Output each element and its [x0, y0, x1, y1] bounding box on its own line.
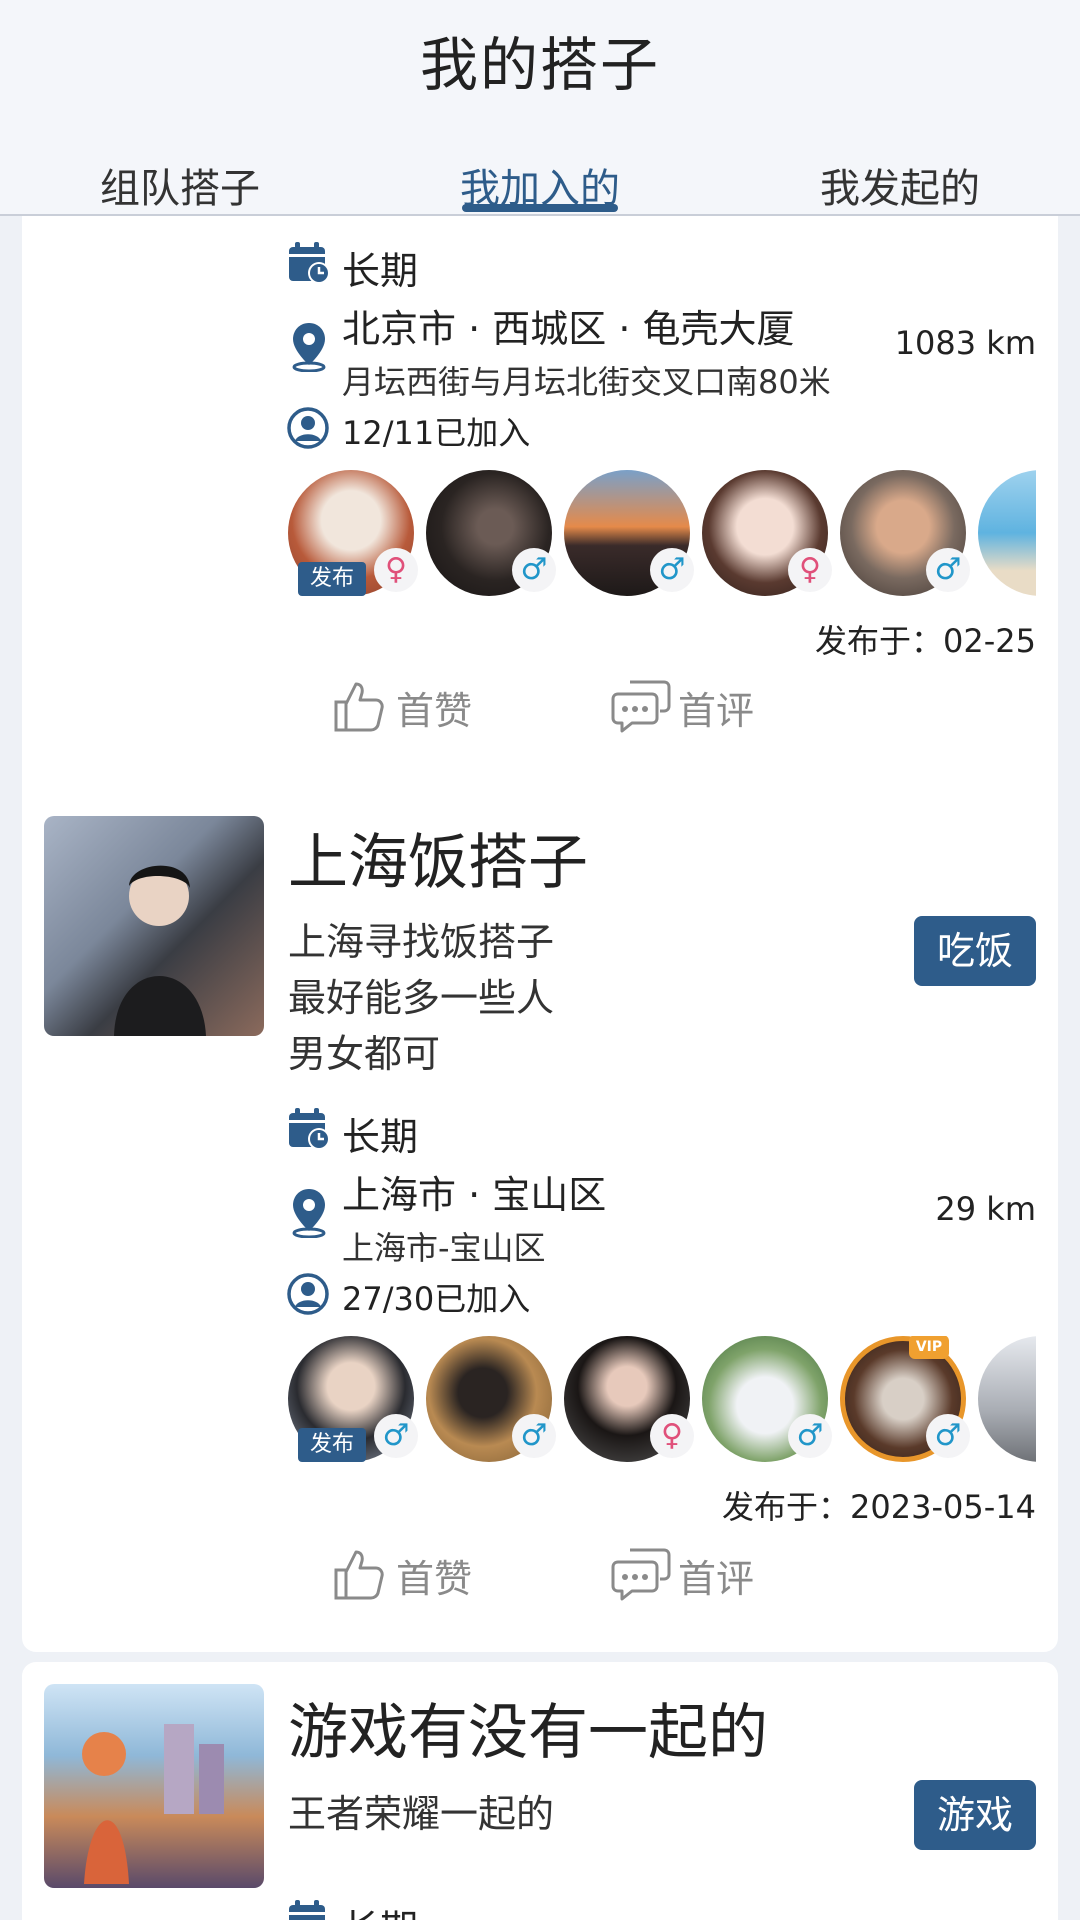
page-title: 我的搭子: [419, 31, 660, 99]
top-bar: 我的搭子 组队搭子 我加入的 我发起的: [0, 0, 1080, 216]
like-button[interactable]: 首赞: [328, 1544, 508, 1608]
like-label: 首赞: [396, 689, 473, 733]
avatar[interactable]: 发布 ♂: [288, 1336, 418, 1462]
calendar-clock-icon: [289, 1900, 325, 1920]
like-button[interactable]: 首赞: [328, 676, 508, 740]
tab-initiated[interactable]: 我发起的: [800, 156, 1000, 214]
vip-badge: VIP: [909, 1336, 949, 1359]
duration-label: 长期: [342, 1115, 419, 1159]
joined-count: 27/30已加入: [342, 1280, 531, 1318]
avatar[interactable]: 发布 ♀: [288, 470, 418, 596]
male-icon: ♂: [512, 548, 556, 592]
duration-label: 长期: [342, 249, 419, 293]
avatar[interactable]: ♂: [426, 1336, 556, 1462]
like-label: 首赞: [396, 1557, 473, 1601]
address-block: 北京市 · 西城区 · 龟壳大厦 月坛西街与月坛北街交叉口南80米: [342, 298, 831, 403]
card-title: 上海饭搭子: [288, 828, 588, 898]
comment-label: 首评: [678, 689, 755, 733]
avatar-partial[interactable]: [978, 1336, 1036, 1462]
distance: 29 km: [935, 1190, 1036, 1228]
avatar-partial[interactable]: [978, 470, 1036, 596]
address-sub: 月坛西街与月坛北街交叉口南80米: [342, 363, 831, 401]
address-main: 上海市 · 宝山区: [342, 1173, 607, 1217]
thumb-up-icon: [334, 682, 384, 732]
avatar[interactable]: ♂: [426, 470, 556, 596]
avatar[interactable]: ♀: [702, 470, 832, 596]
duration-label: 长期: [342, 1898, 418, 1920]
person-photo-icon: [114, 865, 206, 1036]
avatar[interactable]: ♂: [840, 470, 970, 596]
card-thumbnail[interactable]: [44, 816, 264, 1036]
address-main: 北京市 · 西城区 · 龟壳大厦: [342, 307, 795, 351]
thumb-up-icon: [334, 1550, 384, 1600]
card-title: 游戏有没有一起的: [288, 1698, 768, 1768]
comment-icon: [611, 1548, 671, 1601]
address-sub: 上海市-宝山区: [342, 1229, 546, 1267]
male-icon: ♂: [650, 548, 694, 592]
female-icon: ♀: [650, 1414, 694, 1458]
male-icon: ♂: [788, 1414, 832, 1458]
publisher-badge: 发布: [298, 1428, 366, 1462]
card-description: 王者荣耀一起的: [288, 1792, 555, 1836]
game-art-icon: [82, 1724, 224, 1884]
female-icon: ♀: [374, 548, 418, 592]
location-pin-icon: [292, 323, 326, 372]
avatar[interactable]: ♂: [564, 470, 694, 596]
male-icon: ♂: [512, 1414, 556, 1458]
member-avatars[interactable]: 发布 ♂ ♂ ♀ ♂ VIP ♂: [288, 1336, 1036, 1466]
partner-feed[interactable]: 长期 北京市 · 西城区 · 龟壳大厦 月坛西街与月坛北街交叉口南80米 108…: [0, 216, 1080, 1920]
card-description: 上海寻找饭搭子 最好能多一些人 男女都可: [288, 920, 555, 1076]
publisher-badge: 发布: [298, 562, 366, 596]
calendar-clock-icon: [289, 1108, 330, 1150]
address-block: 上海市 · 宝山区 上海市-宝山区: [342, 1164, 606, 1269]
publish-date: 发布于：02-25: [815, 622, 1036, 660]
male-icon: ♂: [926, 548, 970, 592]
avatar[interactable]: ♂: [702, 1336, 832, 1462]
partner-card[interactable]: 上海饭搭子 上海寻找饭搭子 最好能多一些人 男女都可 吃饭 长期 上海市 · 宝…: [22, 794, 1058, 1652]
member-avatars[interactable]: 发布 ♀ ♂ ♂ ♀ ♂: [288, 470, 1036, 600]
comment-label: 首评: [678, 1557, 755, 1601]
avatar-vip[interactable]: VIP ♂: [840, 1336, 970, 1462]
male-icon: ♂: [926, 1414, 970, 1458]
tab-team-partners[interactable]: 组队搭子: [80, 156, 280, 214]
comment-button[interactable]: 首评: [610, 676, 790, 740]
user-circle-icon: [287, 1273, 329, 1315]
category-tag[interactable]: 游戏: [914, 1780, 1036, 1850]
distance: 1083 km: [894, 324, 1036, 362]
calendar-clock-icon: [289, 242, 330, 284]
comment-button[interactable]: 首评: [610, 1544, 790, 1608]
user-circle-icon: [287, 407, 329, 449]
female-icon: ♀: [788, 548, 832, 592]
joined-count: 12/11已加入: [342, 414, 531, 452]
location-pin-icon: [292, 1189, 326, 1238]
category-tag[interactable]: 吃饭: [914, 916, 1036, 986]
card-thumbnail[interactable]: [44, 1684, 264, 1888]
avatar[interactable]: ♀: [564, 1336, 694, 1462]
publish-date: 发布于：2023-05-14: [722, 1488, 1036, 1526]
active-tab-indicator: [462, 204, 618, 212]
comment-icon: [611, 680, 671, 733]
partner-card[interactable]: 游戏有没有一起的 王者荣耀一起的 游戏 长期: [22, 1662, 1058, 1920]
male-icon: ♂: [374, 1414, 418, 1458]
